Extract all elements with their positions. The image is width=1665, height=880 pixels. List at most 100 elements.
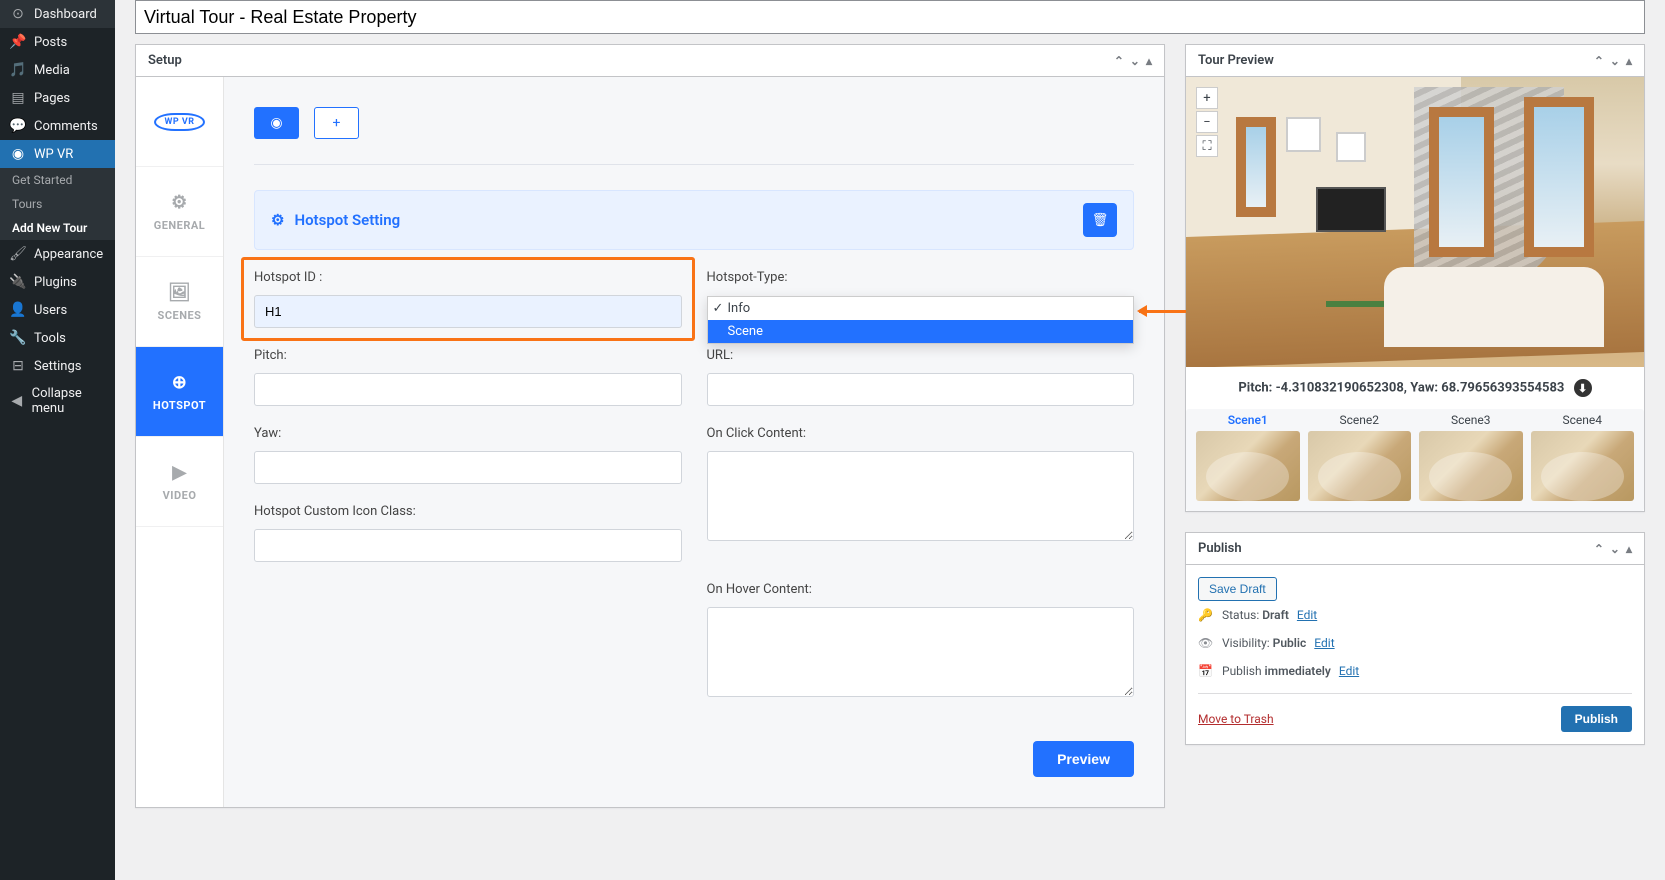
schedule-value: immediately [1265, 664, 1331, 678]
sidebar-item-collapse[interactable]: ◀Collapse menu [0, 380, 115, 422]
pitch-field: Pitch: [254, 348, 682, 406]
publish-panel: Publish ⌃ ⌄ ▴ Save Draft 🔑 Status: Draft… [1185, 532, 1645, 745]
eye-icon: 👁 [1198, 636, 1214, 650]
yaw-field: Yaw: [254, 426, 682, 484]
sidebar-label: Dashboard [34, 7, 97, 22]
onhover-textarea[interactable] [707, 607, 1135, 697]
sidebar-label: WP VR [34, 147, 73, 162]
sidebar-item-wpvr[interactable]: ◉ WP VR [0, 140, 115, 168]
sidebar-item-comments[interactable]: 💬Comments [0, 112, 115, 140]
sidebar-item-settings[interactable]: ⊟Settings [0, 352, 115, 380]
plus-icon: + [333, 115, 341, 131]
post-title-input[interactable] [135, 0, 1645, 34]
record-icon: ◉ [270, 115, 282, 131]
edit-visibility-link[interactable]: Edit [1314, 636, 1334, 650]
panel-down-icon[interactable]: ⌄ [1130, 54, 1140, 68]
sidebar-sub-addnew[interactable]: Add New Tour [0, 216, 115, 240]
target-icon: ⊕ [172, 372, 188, 393]
save-draft-button[interactable]: Save Draft [1198, 577, 1277, 601]
delete-hotspot-button[interactable]: 🗑 [1083, 203, 1117, 237]
download-coords-button[interactable]: ⬇ [1574, 379, 1592, 397]
url-label: URL: [707, 348, 1135, 363]
scene-thumb-2[interactable]: Scene2 [1308, 409, 1412, 501]
scene-thumb-image [1308, 431, 1412, 501]
setup-panel: Setup ⌃ ⌄ ▴ WP VR ⚙GENERAL 🖼SCENE [135, 44, 1165, 808]
video-icon: ▶ [172, 462, 186, 483]
dropdown-opt-scene[interactable]: Scene [708, 320, 1134, 343]
wpvr-icon: ◉ [10, 146, 26, 162]
visibility-row: 👁 Visibility: Public Edit [1198, 629, 1632, 657]
setup-tab-logo[interactable]: WP VR [136, 77, 223, 167]
onclick-textarea[interactable] [707, 451, 1135, 541]
onhover-label: On Hover Content: [707, 582, 1135, 597]
sidebar-sub-tours[interactable]: Tours [0, 192, 115, 216]
panel-up-icon[interactable]: ⌃ [1594, 54, 1604, 68]
sidebar-label: Settings [34, 359, 81, 374]
iconclass-input[interactable] [254, 529, 682, 562]
setup-tabs: WP VR ⚙ GENERAL 🖼SCENES ⊕HOTSPOT ▶VIDEO [136, 77, 224, 807]
publish-header[interactable]: Publish ⌃ ⌄ ▴ [1186, 533, 1644, 565]
setup-tab-general[interactable]: ⚙ GENERAL [136, 167, 223, 257]
setup-panel-header[interactable]: Setup ⌃ ⌄ ▴ [136, 45, 1164, 77]
sidebar-item-users[interactable]: 👤Users [0, 296, 115, 324]
sidebar-sub-getstarted[interactable]: Get Started [0, 168, 115, 192]
zoom-out-button[interactable]: − [1196, 111, 1218, 133]
sidebar-label: Pages [34, 91, 70, 106]
setup-tab-hotspot[interactable]: ⊕HOTSPOT [136, 347, 223, 437]
scene-thumb-1[interactable]: Scene1 [1196, 409, 1300, 501]
panel-toggle-icon[interactable]: ▴ [1626, 542, 1632, 556]
panel-toggle-icon[interactable]: ▴ [1146, 54, 1152, 68]
panorama-viewer[interactable]: + − ⛶ [1186, 77, 1644, 367]
panel-title: Tour Preview [1198, 53, 1274, 68]
sidebar-item-appearance[interactable]: 🖌Appearance [0, 240, 115, 268]
sidebar-label: Plugins [34, 275, 77, 290]
hotspot-id-field: Hotspot ID : [241, 257, 695, 341]
scene-thumb-4[interactable]: Scene4 [1531, 409, 1635, 501]
gear-icon: ⚙ [171, 192, 188, 213]
edit-status-link[interactable]: Edit [1297, 608, 1317, 622]
panel-down-icon[interactable]: ⌄ [1610, 54, 1620, 68]
scene-thumb-3[interactable]: Scene3 [1419, 409, 1523, 501]
preview-button[interactable]: Preview [1033, 741, 1134, 777]
yaw-input[interactable] [254, 451, 682, 484]
panel-toggle-icon[interactable]: ▴ [1626, 54, 1632, 68]
collapse-icon: ◀ [10, 393, 24, 409]
sidebar-item-tools[interactable]: 🔧Tools [0, 324, 115, 352]
visibility-value: Public [1273, 636, 1307, 650]
hotspot-current-button[interactable]: ◉ [254, 107, 299, 139]
dropdown-opt-info[interactable]: Info [708, 297, 1134, 320]
tour-preview-header[interactable]: Tour Preview ⌃ ⌄ ▴ [1186, 45, 1644, 77]
publish-button[interactable]: Publish [1561, 706, 1632, 732]
sidebar-item-pages[interactable]: ▤Pages [0, 84, 115, 112]
panel-down-icon[interactable]: ⌄ [1610, 542, 1620, 556]
panel-up-icon[interactable]: ⌃ [1594, 542, 1604, 556]
scene-strip: Scene1 Scene2 Scene3 Scene4 [1186, 409, 1644, 511]
pitch-input[interactable] [254, 373, 682, 406]
users-icon: 👤 [10, 302, 26, 318]
zoom-in-button[interactable]: + [1196, 87, 1218, 109]
hotspot-add-button[interactable]: + [314, 107, 359, 139]
setup-tab-video[interactable]: ▶VIDEO [136, 437, 223, 527]
sidebar-item-media[interactable]: 🎵Media [0, 56, 115, 84]
sidebar-label: Media [34, 63, 70, 78]
pin-icon: 📌 [10, 34, 26, 50]
sidebar-item-plugins[interactable]: 🔌Plugins [0, 268, 115, 296]
sidebar-item-posts[interactable]: 📌Posts [0, 28, 115, 56]
key-icon: 🔑 [1198, 608, 1214, 622]
scene-thumb-image [1419, 431, 1523, 501]
scene-label: Scene1 [1196, 409, 1300, 431]
fullscreen-button[interactable]: ⛶ [1196, 135, 1218, 157]
hotspot-id-input[interactable] [254, 295, 682, 328]
move-to-trash-link[interactable]: Move to Trash [1198, 712, 1274, 726]
tab-label: GENERAL [154, 219, 206, 232]
onclick-field: On Click Content: [707, 426, 1135, 562]
url-input[interactable] [707, 373, 1135, 406]
schedule-label: Publish [1222, 664, 1265, 678]
hotspot-type-dropdown[interactable]: Info Scene [707, 296, 1135, 344]
panel-title: Publish [1198, 541, 1242, 556]
pitch-label: Pitch: [254, 348, 682, 363]
panel-up-icon[interactable]: ⌃ [1114, 54, 1124, 68]
edit-schedule-link[interactable]: Edit [1339, 664, 1359, 678]
sidebar-item-dashboard[interactable]: ⊙Dashboard [0, 0, 115, 28]
setup-tab-scenes[interactable]: 🖼SCENES [136, 257, 223, 347]
